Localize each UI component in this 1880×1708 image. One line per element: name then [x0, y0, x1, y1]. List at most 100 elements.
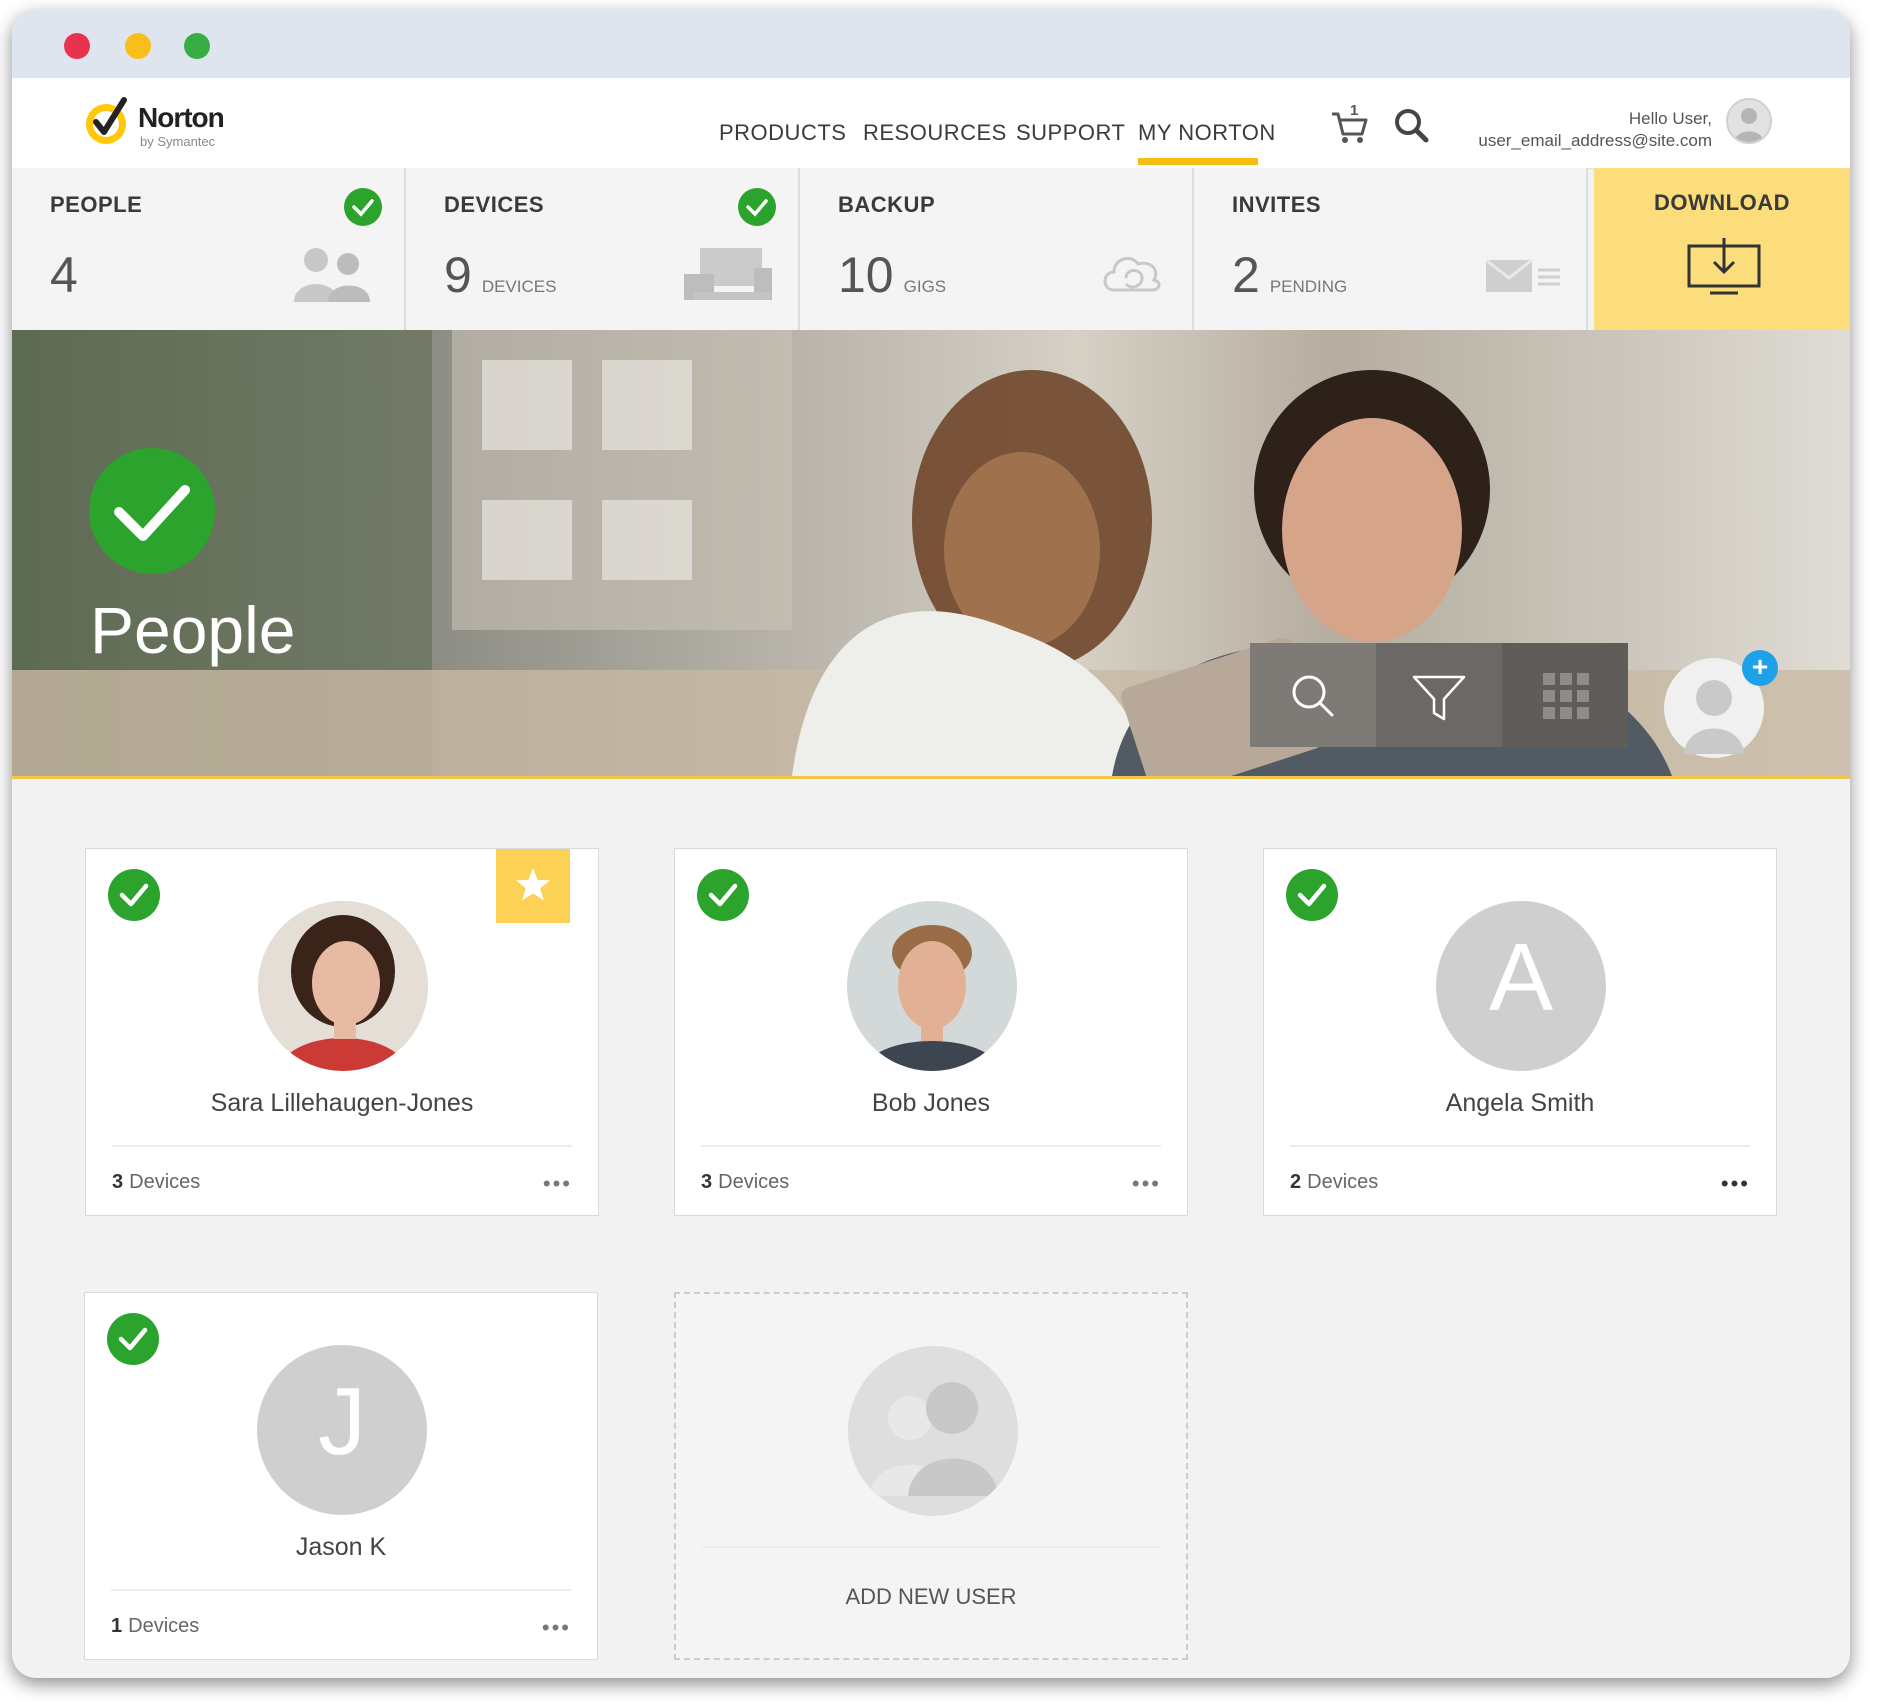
sara-photo	[258, 901, 428, 1071]
user-greeting[interactable]: Hello User, user_email_address@site.com	[1478, 108, 1712, 152]
avatar-initial-letter: A	[1488, 924, 1554, 1031]
devices-icon	[684, 248, 772, 300]
user-avatar[interactable]	[1726, 98, 1772, 144]
device-count-number: 2	[1290, 1171, 1302, 1193]
greeting-text: Hello User,	[1628, 109, 1712, 128]
star-icon	[516, 868, 550, 901]
user-email: user_email_address@site.com	[1478, 131, 1712, 150]
device-count-label: Devices	[129, 1171, 201, 1193]
tile-people[interactable]: PEOPLE 4	[12, 168, 406, 330]
devices-count: 9	[444, 247, 472, 303]
check-icon	[1286, 869, 1338, 921]
check-icon	[738, 188, 776, 226]
device-count-number: 1	[111, 1615, 123, 1637]
devices-unit: DEVICES	[481, 277, 557, 296]
card-divider	[702, 1546, 1160, 1548]
download-button[interactable]: DOWNLOAD	[1594, 168, 1850, 330]
backup-count: 10	[838, 247, 894, 303]
device-count-number: 3	[112, 1171, 124, 1193]
device-count-number: 3	[701, 1171, 713, 1193]
cloud-icon	[1103, 256, 1161, 292]
avatar	[847, 901, 1017, 1071]
tile-devices-label: DEVICES	[444, 192, 545, 217]
backup-unit: GIGS	[903, 277, 947, 296]
more-options-button[interactable]: •••	[1721, 1171, 1750, 1197]
filter-button[interactable]	[1376, 643, 1502, 747]
more-options-button[interactable]: •••	[542, 1615, 571, 1641]
card-divider	[112, 1145, 572, 1147]
person-name: Jason K	[295, 1533, 387, 1561]
hero-banner: People +	[12, 330, 1850, 779]
nav-search-button[interactable]	[1392, 106, 1432, 146]
grid-view-button[interactable]	[1502, 643, 1628, 747]
tile-invites[interactable]: INVITES 2 PENDING	[1194, 168, 1588, 330]
tile-devices-value: 9 DEVICES	[444, 246, 556, 304]
person-card[interactable]: Sara Lillehaugen-Jones 3 Devices •••	[85, 848, 599, 1216]
person-card[interactable]: J Jason K 1 Devices •••	[84, 1292, 598, 1660]
search-icon	[1395, 109, 1429, 143]
tile-people-label: PEOPLE	[50, 192, 143, 217]
add-user-avatar	[848, 1346, 1018, 1516]
more-options-button[interactable]: •••	[543, 1171, 572, 1197]
check-icon	[697, 869, 749, 921]
download-monitor-icon	[1687, 238, 1761, 295]
active-nav-indicator	[1138, 158, 1258, 165]
tile-backup-value: 10 GIGS	[838, 246, 946, 304]
summary-tiles: PEOPLE 4 DEVICES 9 DEVICES BACKUP 10 GIG…	[12, 168, 1850, 330]
logo-name: Norton	[138, 102, 225, 133]
bob-photo	[847, 901, 1017, 1071]
device-count-label: Devices	[718, 1171, 790, 1193]
top-navbar: Norton by Symantec PRODUCTS RESOURCES SU…	[12, 78, 1850, 169]
tile-devices[interactable]: DEVICES 9 DEVICES	[406, 168, 800, 330]
download-label: DOWNLOAD	[1654, 190, 1790, 215]
device-count[interactable]: 3 Devices	[112, 1171, 200, 1194]
invites-unit: PENDING	[1269, 277, 1348, 296]
logo-subtitle: by Symantec	[140, 134, 216, 149]
norton-logo[interactable]: Norton by Symantec	[82, 94, 242, 152]
avatar	[258, 901, 428, 1071]
nav-resources[interactable]: RESOURCES	[863, 120, 1007, 146]
maximize-window-button[interactable]	[184, 33, 210, 59]
plus-icon[interactable]: +	[1742, 650, 1778, 686]
people-search-button[interactable]	[1250, 643, 1376, 747]
tile-backup[interactable]: BACKUP 10 GIGS	[800, 168, 1194, 330]
nav-products[interactable]: PRODUCTS	[719, 120, 846, 146]
add-new-user-card[interactable]: ADD NEW USER	[674, 1292, 1188, 1660]
close-window-button[interactable]	[64, 33, 90, 59]
person-card[interactable]: Bob Jones 3 Devices •••	[674, 848, 1188, 1216]
card-divider	[1290, 1145, 1750, 1147]
device-count-label: Devices	[128, 1615, 200, 1637]
device-count[interactable]: 1 Devices	[111, 1615, 199, 1638]
more-options-button[interactable]: •••	[1132, 1171, 1161, 1197]
person-name: Sara Lillehaugen-Jones	[210, 1089, 474, 1117]
tile-backup-label: BACKUP	[838, 192, 936, 217]
minimize-window-button[interactable]	[125, 33, 151, 59]
browser-window: Norton by Symantec PRODUCTS RESOURCES SU…	[12, 10, 1850, 1678]
cart-button[interactable]: 1	[1330, 102, 1370, 144]
hero-check-icon	[89, 448, 215, 574]
device-count-label: Devices	[1307, 1171, 1379, 1193]
person-card[interactable]: A Angela Smith 2 Devices •••	[1263, 848, 1777, 1216]
people-icon	[294, 248, 370, 302]
check-icon	[108, 869, 160, 921]
title-bar	[12, 10, 1850, 78]
page-title: People	[90, 593, 296, 667]
device-count[interactable]: 3 Devices	[701, 1171, 789, 1194]
search-icon	[1292, 675, 1334, 717]
check-icon	[107, 1313, 159, 1365]
card-divider	[701, 1145, 1161, 1147]
device-count[interactable]: 2 Devices	[1290, 1171, 1378, 1194]
norton-check-icon	[86, 97, 127, 144]
invites-count: 2	[1232, 247, 1260, 303]
avatar-initial: A	[1436, 901, 1606, 1071]
avatar-initial-letter: J	[318, 1368, 366, 1475]
cart-count: 1	[1350, 102, 1359, 119]
nav-support[interactable]: SUPPORT	[1016, 120, 1125, 146]
nav-my-norton[interactable]: MY NORTON	[1138, 120, 1276, 146]
card-divider	[111, 1589, 571, 1591]
tile-people-value: 4	[50, 247, 78, 303]
avatar-initial: J	[257, 1345, 427, 1515]
user-silhouette-icon	[1734, 108, 1764, 142]
favorite-star-button[interactable]	[496, 849, 570, 923]
person-name: Bob Jones	[871, 1089, 991, 1117]
